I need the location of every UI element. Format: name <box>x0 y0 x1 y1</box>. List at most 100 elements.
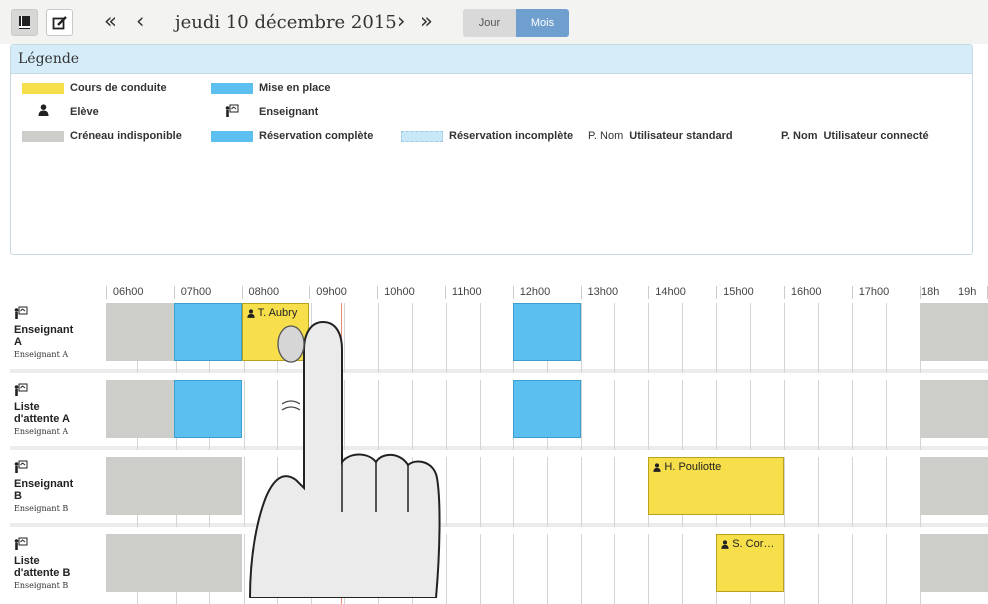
grid-line <box>648 380 649 450</box>
grid-line <box>886 534 887 604</box>
grid-line <box>547 534 548 604</box>
row-header[interactable]: Liste d'attente A Enseignant A <box>10 380 106 450</box>
grid-line <box>750 380 751 450</box>
hour-separator <box>106 286 107 299</box>
grid-line <box>716 303 717 373</box>
last-button[interactable]: » <box>420 8 433 34</box>
hour-separator <box>309 286 311 299</box>
grid-line <box>648 303 649 373</box>
slot-mise[interactable] <box>173 303 242 361</box>
first-button[interactable]: « <box>104 8 117 34</box>
row-header[interactable]: Liste d'attente B Enseignant B <box>10 534 106 604</box>
hour-label: 07h00 <box>180 286 212 298</box>
grid-line <box>614 380 615 450</box>
edit-button[interactable] <box>46 9 73 36</box>
hour-label: 12h00 <box>519 286 551 298</box>
legend-item-mise: Mise en place <box>211 82 331 94</box>
hour-separator <box>241 286 243 299</box>
student-name: H. Pouliotte <box>664 461 722 473</box>
grid-line <box>750 303 751 373</box>
legend-item-indisponible: Créneau indisponible <box>22 130 182 142</box>
slot-cours[interactable]: S. Cor… <box>716 534 784 592</box>
grid-line <box>480 380 481 450</box>
cours-swatch <box>22 82 64 94</box>
timeline: 06h00 07h00 08h00 09h00 10h00 11h00 12h00 13h00… <box>0 258 988 604</box>
grid-line <box>784 534 785 604</box>
grid-line <box>614 457 615 527</box>
student-icon <box>653 462 662 472</box>
hour-label: 11h00 <box>451 286 482 298</box>
hour-separator <box>851 286 853 299</box>
grid-line <box>513 534 514 604</box>
schedule-row: Liste d'attente B Enseignant B S. Cor… <box>10 534 988 604</box>
toolbar: « ‹ jeudi 10 décembre 2015 › » Jour Mois <box>0 0 988 44</box>
slot-mise[interactable] <box>512 380 581 438</box>
grid-line <box>581 303 582 373</box>
prev-button[interactable]: ‹ <box>136 8 144 34</box>
grid-line <box>480 457 481 527</box>
slot-indisponible[interactable] <box>919 457 988 515</box>
row-header[interactable]: Enseignant A Enseignant A <box>10 303 106 373</box>
hour-separator <box>377 286 379 299</box>
grid-line <box>480 534 481 604</box>
slot-indisponible[interactable] <box>106 457 242 515</box>
hour-label: 17h00 <box>858 286 890 298</box>
row-divider <box>10 523 988 527</box>
hour-label: 09h00 <box>316 286 347 298</box>
schedule-row: Enseignant A Enseignant A T. Aubry <box>10 303 988 373</box>
row-name: Liste d'attente A <box>14 401 70 425</box>
next-button[interactable]: › <box>397 8 405 34</box>
row-subtitle: Enseignant B <box>14 581 69 590</box>
view-day-button[interactable]: Jour <box>463 9 516 37</box>
indisponible-swatch <box>22 130 64 142</box>
row-header[interactable]: Enseignant B Enseignant B <box>10 457 106 527</box>
slot-indisponible[interactable] <box>106 534 242 592</box>
slot-indisponible[interactable] <box>919 534 988 592</box>
hour-separator <box>648 286 650 299</box>
view-month-button[interactable]: Mois <box>516 9 569 37</box>
hour-label: 15h00 <box>723 286 754 298</box>
grid-line <box>682 534 683 604</box>
legend-title: Légende <box>11 45 972 74</box>
hour-label: 13h00 <box>587 286 619 298</box>
grid-line <box>480 303 481 373</box>
legend-item-complete: Réservation complète <box>211 130 373 142</box>
slot-indisponible[interactable] <box>919 380 988 438</box>
slot-indisponible[interactable] <box>106 380 174 438</box>
grid-line <box>852 457 853 527</box>
legend-panel: Légende Cours de conduite Mise en place … <box>10 44 973 255</box>
slot-indisponible[interactable] <box>106 303 174 361</box>
edit-icon <box>52 15 67 29</box>
incomplete-swatch <box>401 130 443 142</box>
slot-mise[interactable] <box>512 303 581 361</box>
hour-label: 08h00 <box>248 286 280 298</box>
legend-item-incomplete: Réservation incomplète <box>401 130 573 142</box>
student-icon <box>721 539 729 549</box>
row-divider <box>10 369 988 373</box>
grid-line <box>818 457 819 527</box>
grid-line <box>852 380 853 450</box>
hour-label: 19h <box>958 286 977 298</box>
row-name: Enseignant B <box>14 478 74 502</box>
hour-separator <box>580 286 582 299</box>
pointing-hand-icon <box>248 320 441 598</box>
row-name: Liste d'attente B <box>14 555 71 579</box>
grid-line <box>547 457 548 527</box>
hour-label: 14h00 <box>655 286 686 298</box>
book-view-button[interactable] <box>11 9 38 36</box>
grid-line <box>682 303 683 373</box>
legend-item-cours: Cours de conduite <box>22 82 167 94</box>
schedule-row: Enseignant B Enseignant B H. Pouliotte <box>10 457 988 527</box>
grid-line <box>614 534 615 604</box>
slot-indisponible[interactable] <box>919 303 988 361</box>
slot-cours[interactable]: H. Pouliotte <box>648 457 784 515</box>
slot-mise[interactable] <box>173 380 242 438</box>
hour-label: 16h00 <box>790 286 822 298</box>
grid-line <box>581 380 582 450</box>
grid-line <box>818 534 819 604</box>
grid-line <box>513 457 514 527</box>
row-divider <box>10 446 988 450</box>
hour-separator <box>784 286 785 299</box>
teacher-icon <box>211 104 253 120</box>
hour-separator <box>716 286 718 299</box>
